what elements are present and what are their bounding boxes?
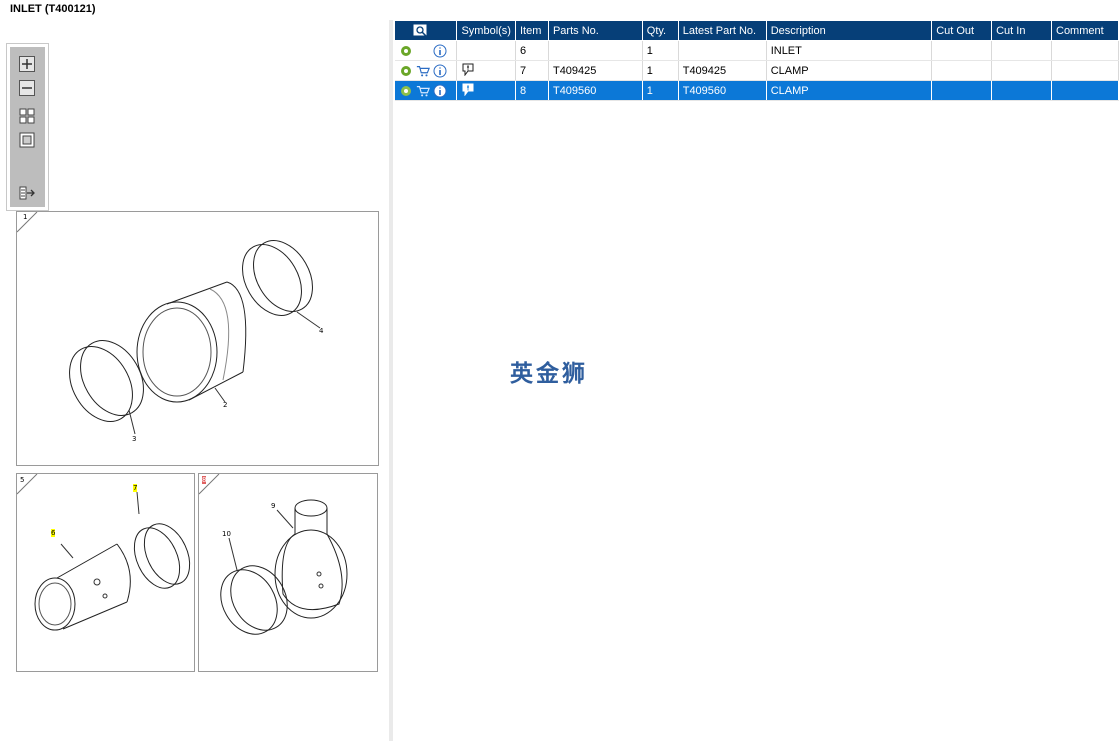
parts-list-panel: Symbol(s) Item Parts No. Qty. Latest Par… (393, 20, 1119, 741)
gear-icon[interactable] (399, 84, 413, 98)
cut-out-cell (931, 60, 993, 81)
column-header-comment[interactable]: Comment (1051, 21, 1119, 41)
parts-no-cell (548, 40, 643, 61)
cut-out-cell (931, 80, 993, 101)
export-button[interactable] (19, 185, 35, 201)
item-cell: 8 (515, 80, 549, 101)
item-cell: 7 (515, 60, 549, 81)
comment-cell (1051, 80, 1119, 101)
zoom-in-button[interactable] (19, 56, 35, 72)
symbols-cell (456, 80, 516, 101)
zoom-in-icon (19, 56, 35, 72)
warning-balloon-icon[interactable] (461, 82, 475, 96)
column-header-symbols[interactable]: Symbol(s) (456, 21, 516, 41)
warning-balloon-icon[interactable] (461, 62, 475, 76)
watermark-text: 英金狮 (510, 361, 588, 387)
cut-out-cell (931, 40, 993, 61)
title-bar: INLET (T400121) (0, 0, 1119, 21)
cut-in-cell (991, 80, 1052, 101)
table-row[interactable]: 6 1 INLET (395, 40, 1119, 61)
parts-no-cell: T409425 (548, 60, 643, 81)
cart-icon[interactable] (416, 84, 430, 98)
drawing-view-3[interactable]: 8 9 10 (198, 473, 378, 672)
column-header-item[interactable]: Item (515, 21, 549, 41)
callout-2[interactable]: 2 (223, 401, 227, 409)
gear-icon[interactable] (399, 64, 413, 78)
qty-cell: 1 (642, 40, 679, 61)
callout-8[interactable]: 8 (202, 476, 207, 484)
symbols-cell (456, 40, 516, 61)
description-cell: CLAMP (766, 80, 933, 101)
cart-icon[interactable] (416, 64, 430, 78)
callout-5[interactable]: 5 (20, 476, 24, 484)
callout-1[interactable]: 1 (23, 213, 27, 221)
table-row[interactable]: 7 T409425 1 T409425 CLAMP (395, 60, 1119, 81)
callout-4[interactable]: 4 (319, 327, 323, 335)
qty-cell: 1 (642, 60, 679, 81)
callout-6[interactable]: 6 (51, 529, 56, 537)
fit-all-icon (19, 108, 35, 124)
export-icon (19, 186, 35, 200)
qty-cell: 1 (642, 80, 679, 101)
column-header-cut-out[interactable]: Cut Out (931, 21, 993, 41)
symbols-cell (456, 60, 516, 81)
drawing-panel: 1 2 3 4 5 6 7 8 9 10 (0, 20, 389, 741)
column-header-parts-no[interactable]: Parts No. (548, 21, 643, 41)
column-header-tools[interactable] (395, 21, 458, 41)
exploded-view-2 (16, 473, 191, 631)
parts-table: Symbol(s) Item Parts No. Qty. Latest Par… (395, 21, 1119, 101)
zoom-out-button[interactable] (19, 80, 35, 96)
comment-cell (1051, 60, 1119, 81)
cut-in-cell (991, 40, 1052, 61)
callout-3[interactable]: 3 (132, 435, 136, 443)
table-header-row: Symbol(s) Item Parts No. Qty. Latest Par… (395, 21, 1119, 41)
column-header-cut-in[interactable]: Cut In (991, 21, 1052, 41)
latest-part-no-cell: T409560 (678, 80, 767, 101)
description-cell: CLAMP (766, 60, 933, 81)
gear-icon[interactable] (399, 44, 413, 58)
table-row-selected[interactable]: 8 T409560 1 T409560 CLAMP (395, 80, 1119, 101)
window-title: INLET (T400121) (10, 3, 96, 15)
zoom-to-part-icon (413, 24, 428, 38)
drawing-view-1[interactable]: 1 2 3 4 (16, 211, 379, 466)
actual-size-button[interactable] (19, 132, 35, 148)
exploded-view-3 (198, 473, 348, 635)
column-header-description[interactable]: Description (766, 21, 933, 41)
info-icon[interactable] (433, 44, 447, 58)
callout-10[interactable]: 10 (222, 530, 231, 538)
comment-cell (1051, 40, 1119, 61)
cut-in-cell (991, 60, 1052, 81)
callout-7[interactable]: 7 (133, 484, 138, 492)
exploded-view-1 (16, 211, 321, 435)
callout-9[interactable]: 9 (271, 502, 275, 510)
zoom-toolbar (6, 43, 49, 211)
latest-part-no-cell (678, 40, 767, 61)
column-header-latest-part-no[interactable]: Latest Part No. (678, 21, 767, 41)
description-cell: INLET (766, 40, 933, 61)
actual-size-icon (19, 132, 35, 148)
drawing-view-2[interactable]: 5 6 7 (16, 473, 195, 672)
latest-part-no-cell: T409425 (678, 60, 767, 81)
info-icon[interactable] (433, 84, 447, 98)
column-header-qty[interactable]: Qty. (642, 21, 679, 41)
zoom-out-icon (19, 80, 35, 96)
parts-no-cell: T409560 (548, 80, 643, 101)
fit-all-button[interactable] (19, 108, 35, 124)
info-icon[interactable] (433, 64, 447, 78)
item-cell: 6 (515, 40, 549, 61)
